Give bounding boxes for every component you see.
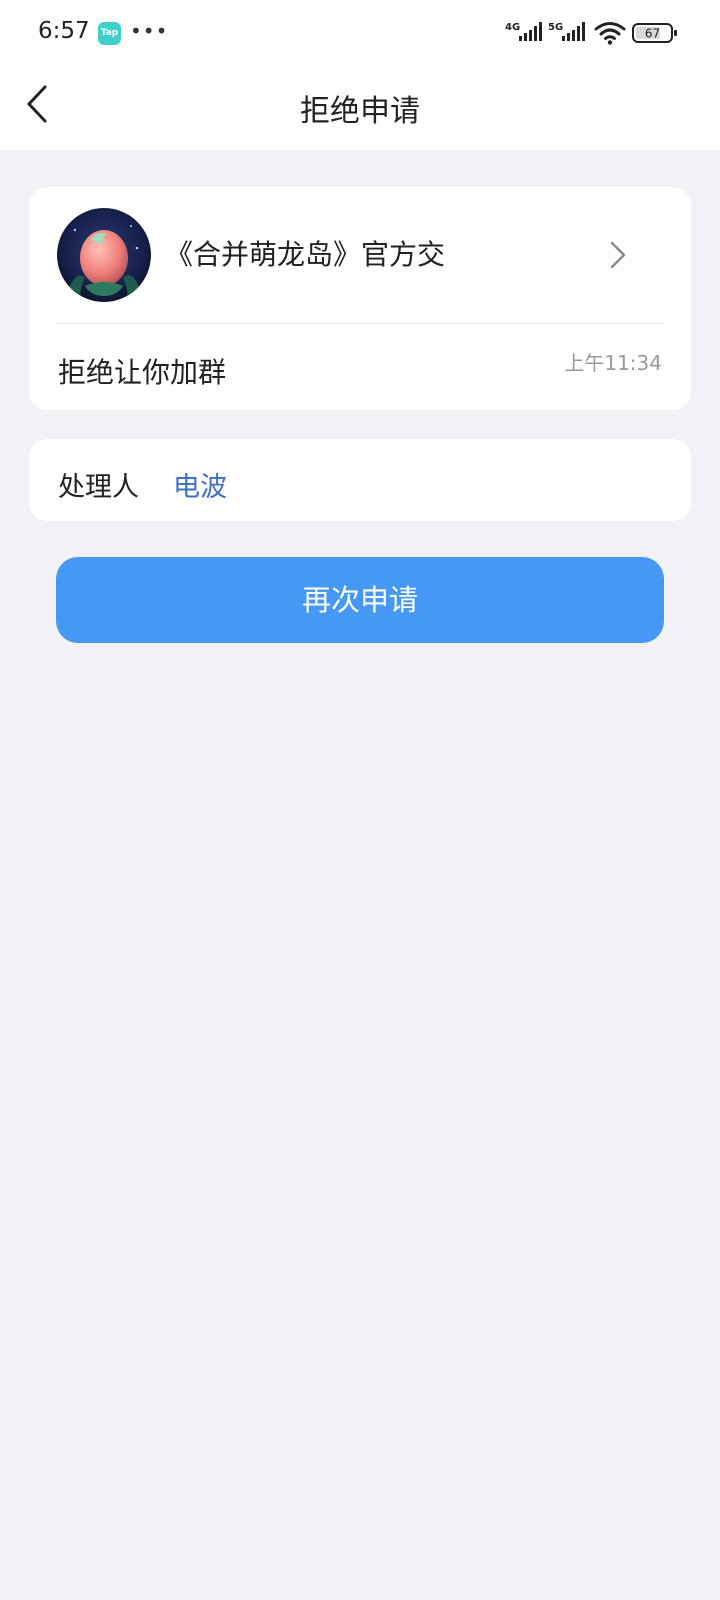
handler-label: 处理人 bbox=[58, 472, 139, 503]
wifi-icon bbox=[594, 22, 626, 45]
chevron-right-icon bbox=[610, 241, 626, 269]
battery-level: 67 bbox=[645, 27, 660, 41]
top-area: 6:57 Tap ••• 4G 5G 67 拒绝申请 bbox=[0, 0, 720, 150]
group-avatar-image bbox=[57, 208, 151, 302]
group-info-card: 《合并萌龙岛》官方交 拒绝让你加群 上午11:34 bbox=[29, 187, 691, 410]
divider bbox=[57, 323, 663, 324]
signal-4g-label: 4G bbox=[505, 22, 520, 33]
handler-name-link[interactable]: 电波 bbox=[173, 465, 227, 504]
tap-app-icon: Tap bbox=[98, 22, 121, 45]
reapply-button[interactable]: 再次申请 bbox=[56, 557, 664, 643]
signal-5g-label: 5G bbox=[548, 22, 563, 33]
group-name: 《合并萌龙岛》官方交 bbox=[165, 238, 446, 271]
more-notifications-icon: ••• bbox=[130, 19, 169, 43]
group-avatar bbox=[57, 208, 151, 302]
reject-timestamp: 上午11:34 bbox=[564, 351, 662, 375]
signal-4g-icon: 4G bbox=[505, 22, 542, 41]
signal-5g-icon: 5G bbox=[548, 22, 585, 41]
nav-bar: 拒绝申请 bbox=[0, 66, 720, 150]
reject-message: 拒绝让你加群 bbox=[58, 356, 227, 389]
status-bar: 6:57 Tap ••• 4G 5G 67 bbox=[0, 0, 720, 66]
page-title: 拒绝申请 bbox=[300, 94, 420, 129]
status-time: 6:57 bbox=[38, 18, 90, 44]
battery-icon: 67 bbox=[632, 23, 677, 43]
group-row[interactable]: 《合并萌龙岛》官方交 bbox=[29, 187, 691, 323]
handler-card: 处理人 电波 bbox=[29, 439, 691, 521]
